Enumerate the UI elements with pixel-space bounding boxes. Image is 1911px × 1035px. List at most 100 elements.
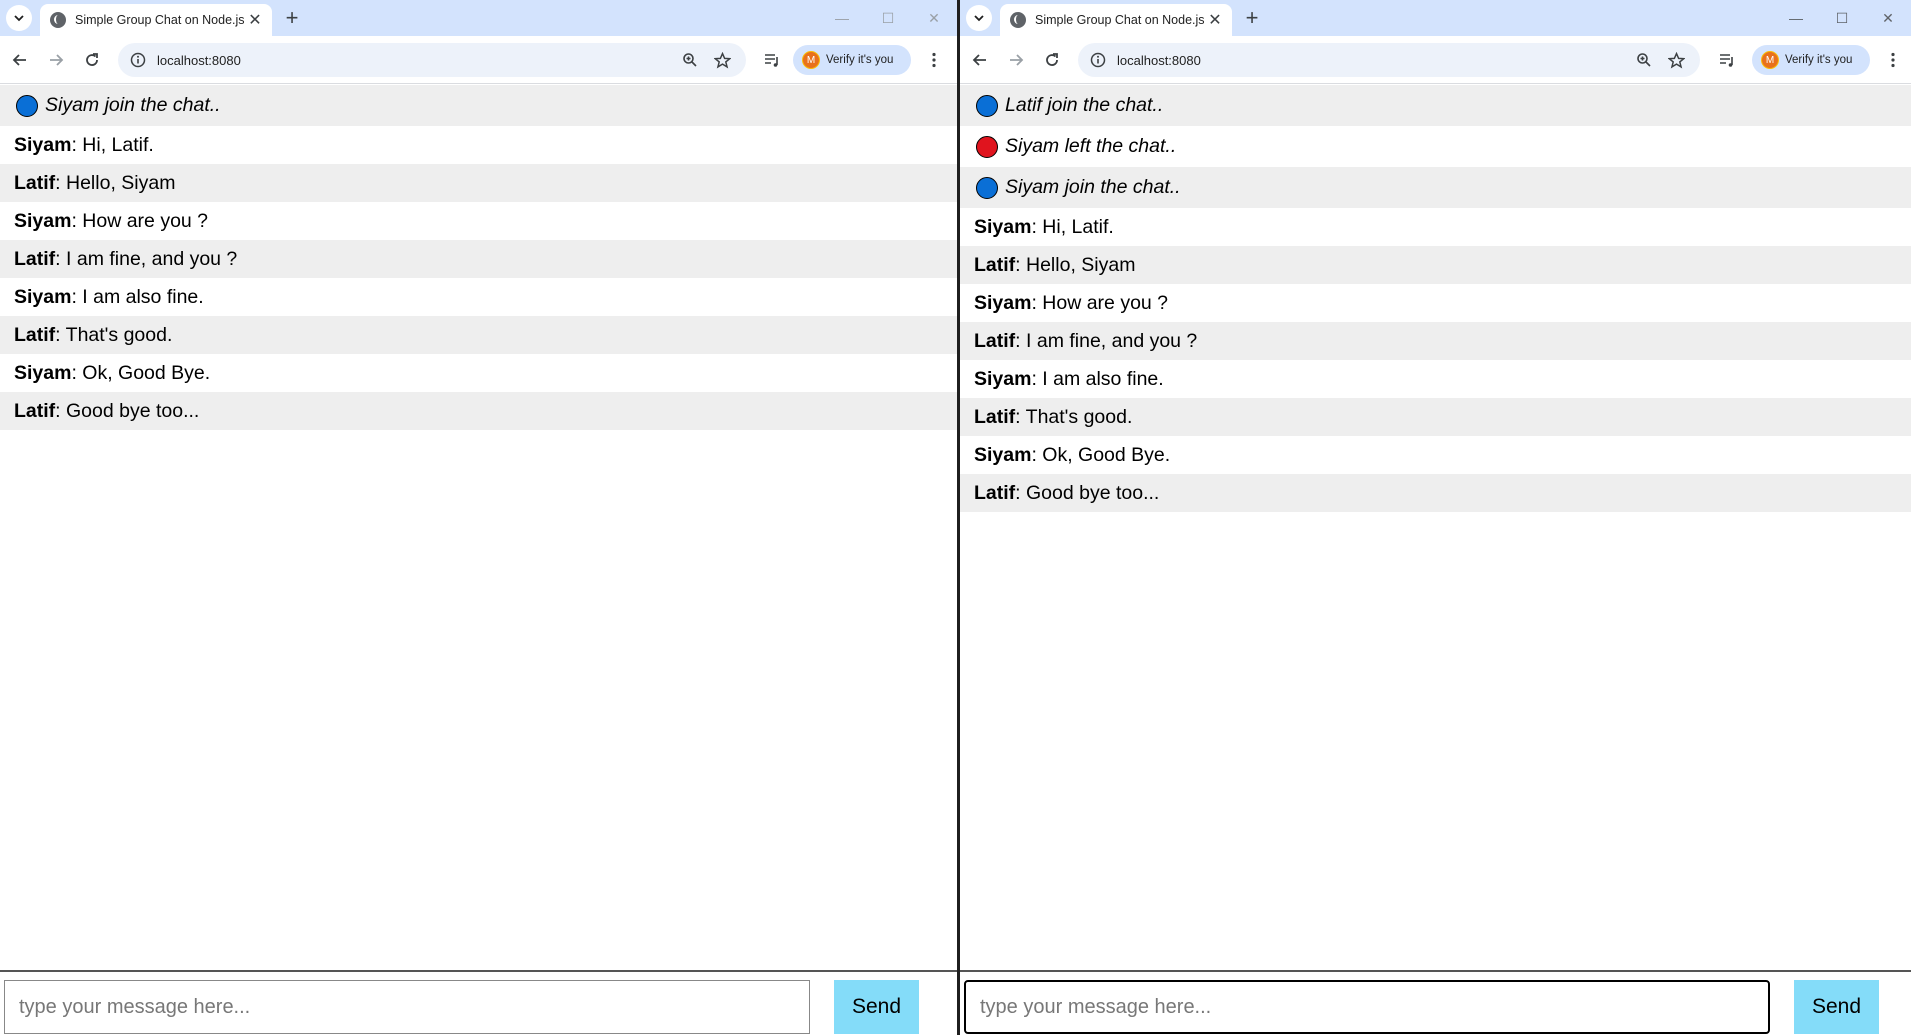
- tab-title: Simple Group Chat on Node.js: [75, 13, 245, 27]
- chat-message: Latif: That's good.: [960, 398, 1911, 436]
- status-message: Latif join the chat..: [960, 85, 1911, 126]
- status-text: Siyam left the chat..: [1005, 135, 1177, 157]
- message-text: : Hi, Latif.: [71, 133, 154, 156]
- status-message: Siyam join the chat..: [960, 167, 1911, 208]
- message-text: : I am also fine.: [71, 285, 204, 308]
- message-sender: Latif: [974, 329, 1016, 352]
- bookmark-star-icon[interactable]: [710, 48, 734, 72]
- status-text: Siyam join the chat..: [1005, 176, 1181, 198]
- forward-arrow-icon[interactable]: [1004, 48, 1028, 72]
- message-text: : That's good.: [1015, 405, 1133, 428]
- chat-message: Siyam: Hi, Latif.: [0, 126, 957, 164]
- maximize-icon[interactable]: ☐: [1819, 0, 1865, 36]
- media-controls-icon[interactable]: [760, 48, 784, 72]
- chat-message: Latif: Hello, Siyam: [0, 164, 957, 202]
- message-text: : I am fine, and you ?: [1015, 329, 1198, 352]
- close-window-icon[interactable]: ✕: [911, 0, 957, 36]
- back-arrow-icon[interactable]: [8, 48, 32, 72]
- message-input[interactable]: [964, 980, 1770, 1034]
- message-text: : I am fine, and you ?: [55, 247, 238, 270]
- globe-icon: [50, 12, 66, 28]
- send-button[interactable]: Send: [834, 980, 919, 1034]
- chat-message: Siyam: How are you ?: [0, 202, 957, 240]
- message-sender: Latif: [974, 481, 1016, 504]
- close-tab-icon[interactable]: ✕: [246, 11, 264, 29]
- message-text: : Ok, Good Bye.: [71, 361, 211, 384]
- message-sender: Latif: [974, 253, 1016, 276]
- message-sender: Siyam: [974, 291, 1032, 314]
- profile-label: Verify it's you: [1785, 54, 1853, 66]
- message-sender: Siyam: [14, 133, 72, 156]
- minimize-icon[interactable]: —: [1773, 0, 1819, 36]
- composer: Send: [960, 970, 1911, 1035]
- chat-message: Latif: I am fine, and you ?: [960, 322, 1911, 360]
- chat-message: Latif: That's good.: [0, 316, 957, 354]
- profile-chip[interactable]: M Verify it's you: [793, 45, 911, 75]
- message-sender: Latif: [974, 405, 1016, 428]
- chat-message: Siyam: I am also fine.: [960, 360, 1911, 398]
- tab-strip: Simple Group Chat on Node.js ✕ + — ☐ ✕: [960, 0, 1911, 36]
- browser-toolbar: localhost:8080 M Verify it's you: [960, 36, 1911, 84]
- site-info-icon[interactable]: [130, 52, 146, 68]
- close-tab-icon[interactable]: ✕: [1206, 11, 1224, 29]
- site-info-icon[interactable]: [1090, 52, 1106, 68]
- message-text: : How are you ?: [1031, 291, 1169, 314]
- message-list: Latif join the chat.. Siyam left the chat…: [960, 85, 1911, 512]
- chat-message: Latif: I am fine, and you ?: [0, 240, 957, 278]
- chat-message: Siyam: I am also fine.: [0, 278, 957, 316]
- tab-title: Simple Group Chat on Node.js: [1035, 13, 1205, 27]
- zoom-icon[interactable]: [678, 48, 702, 72]
- send-button[interactable]: Send: [1794, 980, 1879, 1034]
- back-arrow-icon[interactable]: [968, 48, 992, 72]
- message-text: : Hello, Siyam: [1015, 253, 1136, 276]
- browser-tab[interactable]: Simple Group Chat on Node.js ✕: [40, 4, 272, 36]
- message-sender: Latif: [14, 323, 56, 346]
- media-controls-icon[interactable]: [1715, 48, 1739, 72]
- globe-icon: [1010, 12, 1026, 28]
- message-sender: Latif: [14, 171, 56, 194]
- tab-search-button[interactable]: [6, 5, 32, 31]
- reload-icon[interactable]: [1040, 48, 1064, 72]
- more-menu-icon[interactable]: [924, 48, 944, 72]
- message-sender: Siyam: [974, 367, 1032, 390]
- message-sender: Siyam: [14, 285, 72, 308]
- browser-window-right: Simple Group Chat on Node.js ✕ + — ☐ ✕ l…: [960, 0, 1911, 1035]
- bookmark-star-icon[interactable]: [1664, 48, 1688, 72]
- message-sender: Latif: [14, 247, 56, 270]
- zoom-icon[interactable]: [1632, 48, 1656, 72]
- message-list: Siyam join the chat.. Siyam: Hi, Latif. La…: [0, 85, 957, 430]
- window-controls: — ☐ ✕: [819, 0, 957, 36]
- message-sender: Siyam: [974, 215, 1032, 238]
- browser-toolbar: localhost:8080 M Verify it's you: [0, 36, 957, 84]
- close-window-icon[interactable]: ✕: [1865, 0, 1911, 36]
- reload-icon[interactable]: [80, 48, 104, 72]
- browser-window-left: Simple Group Chat on Node.js ✕ + — ☐ ✕ l…: [0, 0, 957, 1035]
- status-text: Latif join the chat..: [1005, 94, 1164, 116]
- status-message: Siyam join the chat..: [0, 85, 957, 126]
- message-input[interactable]: [4, 980, 810, 1034]
- more-menu-icon[interactable]: [1883, 48, 1903, 72]
- join-status-icon: [976, 94, 998, 117]
- message-sender: Siyam: [974, 443, 1032, 466]
- chat-message: Siyam: Ok, Good Bye.: [960, 436, 1911, 474]
- join-status-icon: [16, 94, 38, 117]
- chat-message: Latif: Hello, Siyam: [960, 246, 1911, 284]
- url-text: localhost:8080: [1117, 52, 1201, 68]
- chat-message: Siyam: Ok, Good Bye.: [0, 354, 957, 392]
- tab-search-button[interactable]: [966, 5, 992, 31]
- maximize-icon[interactable]: ☐: [865, 0, 911, 36]
- profile-chip[interactable]: M Verify it's you: [1752, 45, 1870, 75]
- browser-tab[interactable]: Simple Group Chat on Node.js ✕: [1000, 4, 1232, 36]
- new-tab-button[interactable]: +: [1240, 6, 1264, 30]
- chevron-down-icon: [14, 15, 24, 22]
- new-tab-button[interactable]: +: [280, 6, 304, 30]
- message-text: : I am also fine.: [1031, 367, 1164, 390]
- status-message: Siyam left the chat..: [960, 126, 1911, 167]
- chat-message: Siyam: Hi, Latif.: [960, 208, 1911, 246]
- address-bar[interactable]: localhost:8080: [118, 43, 746, 77]
- minimize-icon[interactable]: —: [819, 0, 865, 36]
- forward-arrow-icon[interactable]: [44, 48, 68, 72]
- address-bar[interactable]: localhost:8080: [1078, 43, 1700, 77]
- message-sender: Siyam: [14, 361, 72, 384]
- message-text: : Hello, Siyam: [55, 171, 176, 194]
